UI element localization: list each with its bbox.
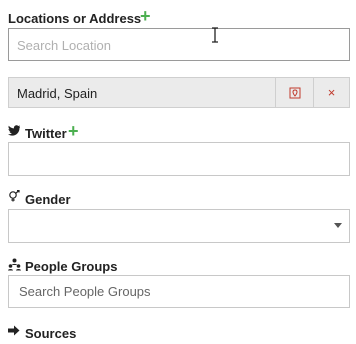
twitter-icon — [8, 125, 20, 136]
remove-location-button[interactable]: × — [313, 78, 349, 107]
locations-label: Locations or Address — [8, 11, 142, 26]
people-groups-label: People Groups — [25, 259, 118, 274]
gender-icon — [8, 190, 22, 202]
chevron-down-icon — [334, 223, 342, 229]
map-pin-icon — [289, 87, 301, 99]
location-chip-text: Madrid, Spain — [17, 86, 98, 101]
location-search-input[interactable]: Search Location — [8, 28, 350, 61]
people-groups-search-input[interactable]: Search People Groups — [8, 275, 350, 308]
twitter-input[interactable] — [8, 142, 350, 176]
add-twitter-icon[interactable]: + — [68, 122, 79, 140]
close-icon: × — [327, 85, 336, 100]
arrow-right-icon — [8, 325, 20, 336]
gender-label: Gender — [25, 192, 71, 207]
map-location-button[interactable] — [275, 78, 313, 107]
twitter-label: Twitter — [25, 126, 67, 141]
add-location-icon[interactable]: + — [140, 7, 151, 25]
sources-label: Sources — [25, 326, 77, 341]
people-groups-placeholder: Search People Groups — [19, 284, 151, 299]
location-search-placeholder: Search Location — [17, 38, 111, 53]
location-chip: Madrid, Spain × — [8, 77, 350, 108]
people-group-icon — [8, 258, 21, 271]
gender-select[interactable] — [8, 209, 350, 243]
text-cursor-icon — [211, 27, 219, 43]
